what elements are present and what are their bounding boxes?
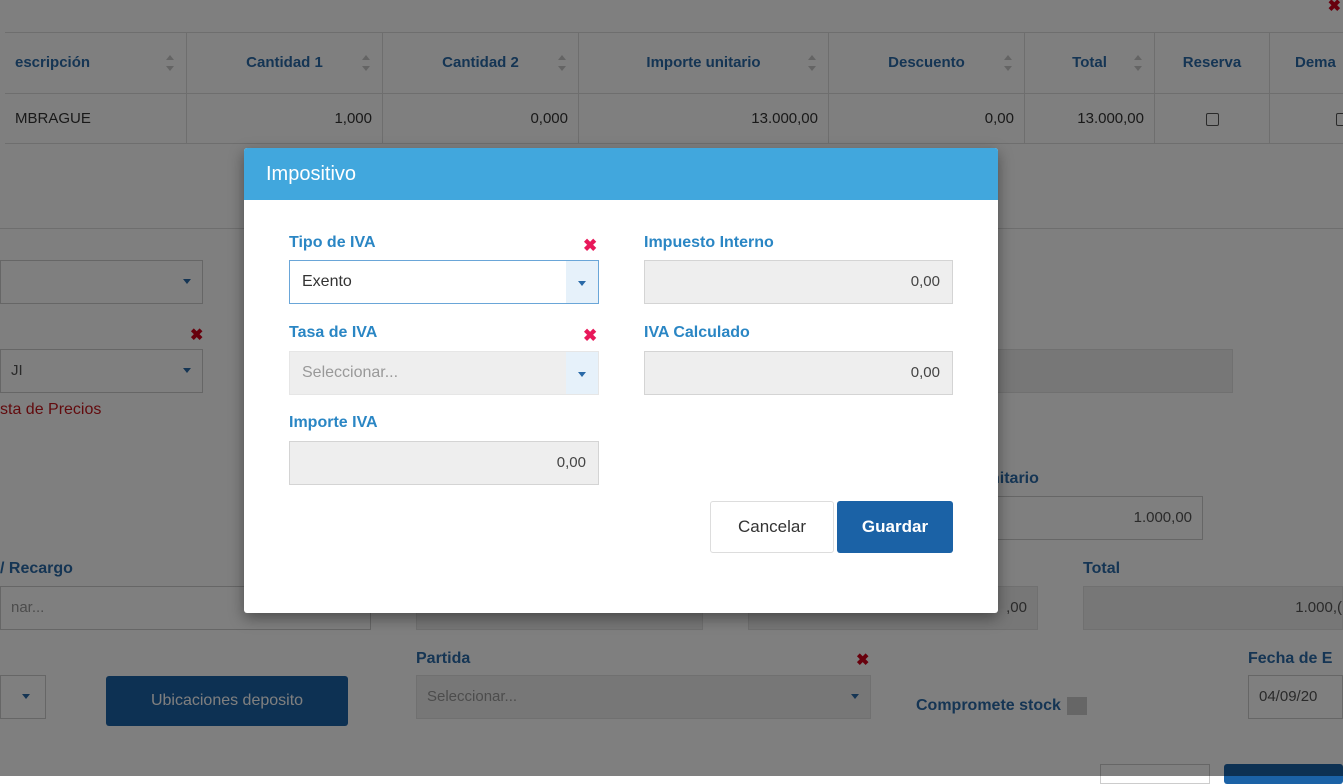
modal-title: Impositivo	[244, 148, 998, 200]
tasa-iva-select[interactable]: Seleccionar...	[289, 351, 599, 395]
tipo-iva-label: Tipo de IVA	[289, 234, 376, 251]
iva-calculado-label: IVA Calculado	[644, 324, 750, 341]
cancel-button[interactable]: Cancelar	[710, 501, 834, 553]
impuesto-interno-label: Impuesto Interno	[644, 234, 774, 251]
chevron-down-icon[interactable]	[566, 261, 598, 303]
impuesto-interno-field: 0,00	[644, 260, 953, 304]
tipo-iva-select[interactable]: Exento	[289, 260, 599, 304]
chevron-down-icon[interactable]	[566, 352, 598, 394]
iva-calculado-field: 0,00	[644, 351, 953, 395]
required-icon: ✖	[583, 236, 598, 255]
impositivo-modal: Impositivo Tipo de IVA ✖ Exento Tasa de …	[244, 148, 998, 613]
importe-iva-label: Importe IVA	[289, 414, 378, 431]
save-button[interactable]: Guardar	[837, 501, 953, 553]
importe-iva-field: 0,00	[289, 441, 599, 485]
tasa-iva-label: Tasa de IVA	[289, 324, 378, 341]
required-icon: ✖	[583, 326, 598, 345]
